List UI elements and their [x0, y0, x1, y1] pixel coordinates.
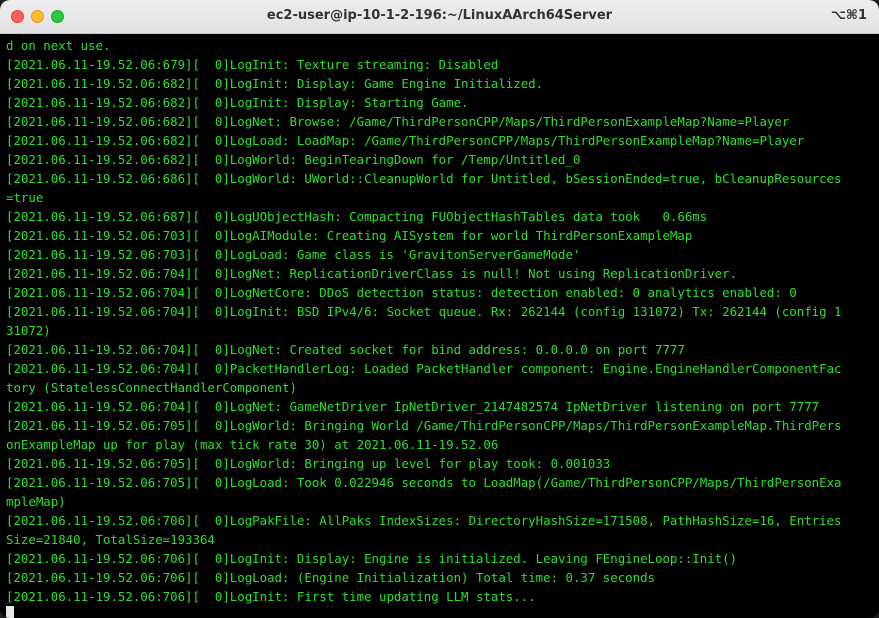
- terminal-line: [2021.06.11-19.52.06:704][ 0]LogNet: Gam…: [6, 399, 820, 414]
- terminal-line: [2021.06.11-19.52.06:682][ 0]LogInit: Di…: [6, 76, 544, 91]
- terminal-line: [2021.06.11-19.52.06:682][ 0]LogInit: Di…: [6, 95, 469, 110]
- terminal-line: Size=21840, TotalSize=193364: [6, 532, 215, 547]
- terminal-line: [2021.06.11-19.52.06:705][ 0]LogLoad: To…: [6, 475, 842, 490]
- window-title: ec2-user@ip-10-1-2-196:~/LinuxAArch64Ser…: [266, 8, 613, 23]
- terminal-line: [2021.06.11-19.52.06:705][ 0]LogWorld: B…: [6, 456, 611, 471]
- terminal-line: [2021.06.11-19.52.06:703][ 0]LogLoad: Ga…: [6, 247, 581, 262]
- terminal-output[interactable]: d on next use. [2021.06.11-19.52.06:679][…: [0, 34, 879, 618]
- terminal-line: [2021.06.11-19.52.06:682][ 0]LogNet: Bro…: [6, 114, 790, 129]
- terminal-line: [2021.06.11-19.52.06:679][ 0]LogInit: Te…: [6, 57, 499, 72]
- terminal-line: =true: [6, 190, 44, 205]
- terminal-line: [2021.06.11-19.52.06:706][ 0]LogInit: Di…: [6, 551, 738, 566]
- terminal-line: [2021.06.11-19.52.06:704][ 0]LogNet: Rep…: [6, 266, 738, 281]
- terminal-line: [2021.06.11-19.52.06:706][ 0]LogPakFile:…: [6, 513, 842, 528]
- terminal-line: [2021.06.11-19.52.06:704][ 0]LogInit: BS…: [6, 304, 842, 319]
- terminal-line: [2021.06.11-19.52.06:686][ 0]LogWorld: U…: [6, 171, 842, 186]
- terminal-line: [2021.06.11-19.52.06:706][ 0]LogInit: Fi…: [6, 589, 536, 604]
- terminal-line: [2021.06.11-19.52.06:705][ 0]LogWorld: B…: [6, 418, 842, 433]
- terminal-cursor: [6, 606, 14, 618]
- terminal-line: [2021.06.11-19.52.06:703][ 0]LogAIModule…: [6, 228, 693, 243]
- terminal-line: 31072): [6, 323, 51, 338]
- title-bar[interactable]: ec2-user@ip-10-1-2-196:~/LinuxAArch64Ser…: [0, 0, 879, 34]
- terminal-line: [2021.06.11-19.52.06:687][ 0]LogUObjectH…: [6, 209, 708, 224]
- terminal-line: mpleMap): [6, 494, 66, 509]
- terminal-line: onExampleMap up for play (max tick rate …: [6, 437, 499, 452]
- terminal-line: [2021.06.11-19.52.06:682][ 0]LogLoad: Lo…: [6, 133, 805, 148]
- terminal-window: ec2-user@ip-10-1-2-196:~/LinuxAArch64Ser…: [0, 0, 879, 618]
- terminal-line: [6, 606, 879, 618]
- terminal-line: tory (StatelessConnectHandlerComponent): [6, 380, 297, 395]
- terminal-line: [2021.06.11-19.52.06:682][ 0]LogWorld: B…: [6, 152, 581, 167]
- terminal-line: [2021.06.11-19.52.06:704][ 0]LogNet: Cre…: [6, 342, 685, 357]
- terminal-line: [2021.06.11-19.52.06:704][ 0]LogNetCore:…: [6, 285, 797, 300]
- terminal-line: d on next use.: [6, 38, 111, 53]
- window-shortcut: ⌥⌘1: [830, 8, 867, 23]
- terminal-line: [2021.06.11-19.52.06:706][ 0]LogLoad: (E…: [6, 570, 656, 585]
- terminal-line: [2021.06.11-19.52.06:704][ 0]PacketHandl…: [6, 361, 842, 376]
